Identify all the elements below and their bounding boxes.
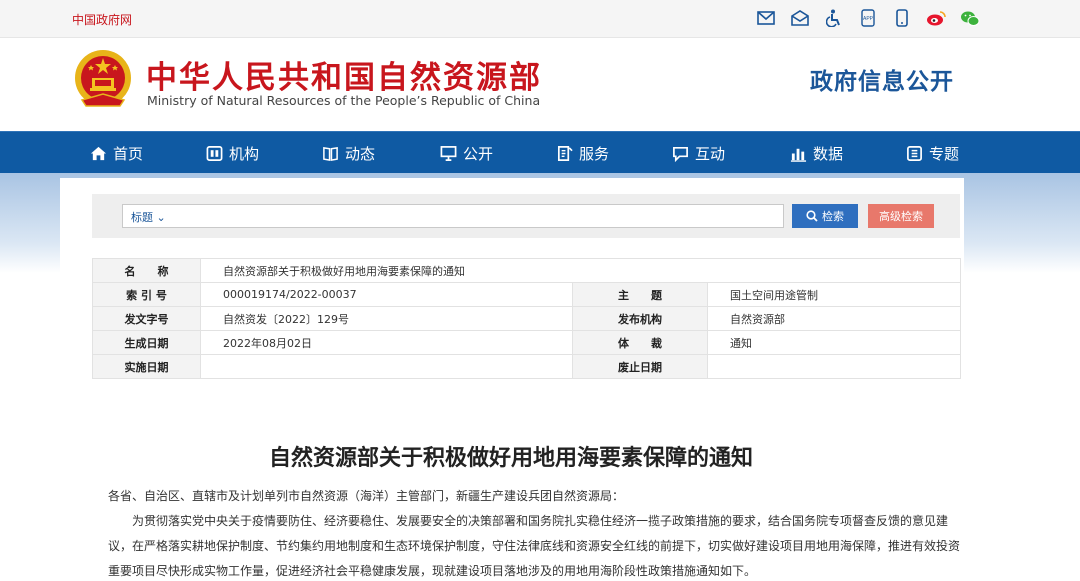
table-row: 实施日期 废止日期 [92,354,961,379]
top-utility-bar: 中国政府网 APP [0,0,1080,38]
meta-label: 发布机构 [572,306,708,331]
nav-item-label: 专题 [929,144,960,163]
meta-value: 国土空间用途管制 [707,282,961,307]
meta-value: 000019174/2022-00037 [200,282,573,307]
table-row: 生成日期 2022年08月02日 体 裁 通知 [92,330,961,355]
document-metadata-table: 名 称 自然资源部关于积极做好用地用海要素保障的通知 索 引 号 0000191… [92,258,961,379]
svg-text:APP: APP [863,16,874,22]
nav-item-label: 服务 [579,144,610,163]
meta-value: 自然资发〔2022〕129号 [200,306,573,331]
nav-item-service[interactable]: 服务 [556,132,609,174]
org-icon [206,145,223,161]
site-header: 中华人民共和国自然资源部 Ministry of Natural Resourc… [0,38,1080,131]
nav-item-topic[interactable]: 专题 [906,132,959,174]
nav-item-home[interactable]: 首页 [90,132,143,174]
search-input[interactable]: 标题 ⌄ [122,204,784,228]
site-title-en: Ministry of Natural Resources of the Peo… [147,93,541,108]
mail-open-icon[interactable] [790,8,810,28]
weibo-icon[interactable] [926,8,946,28]
table-row: 索 引 号 000019174/2022-00037 主 题 国土空间用途管制 [92,282,961,307]
service-icon [557,145,573,161]
meta-label: 实施日期 [92,354,201,379]
home-icon [90,146,107,160]
gov-info-disclosure-link[interactable]: 政府信息公开 [810,62,954,96]
nav-item-label: 数据 [813,144,844,163]
meta-value: 自然资源部 [707,306,961,331]
national-emblem-logo[interactable] [72,48,134,112]
meta-value: 自然资源部关于积极做好用地用海要素保障的通知 [200,258,961,283]
nav-item-label: 动态 [345,144,376,163]
meta-label: 生成日期 [92,330,201,355]
site-title-cn: 中华人民共和国自然资源部 [146,60,542,96]
topic-icon [907,145,922,161]
meta-label: 名 称 [92,258,201,283]
nav-item-label: 机构 [229,144,260,163]
nav-item-label: 互动 [695,144,726,163]
nav-item-interact[interactable]: 互动 [672,132,725,174]
chat-icon [673,146,688,162]
search-type-dropdown[interactable]: 标题 ⌄ [131,209,166,225]
accessibility-icon[interactable] [824,8,844,28]
nav-item-label: 首页 [113,144,144,163]
article-salutation: 各省、自治区、直辖市及计划单列市自然资源（海洋）主管部门，新疆生产建设兵团自然资… [108,489,625,503]
utility-icons: APP [756,8,980,28]
wechat-icon[interactable] [960,8,980,28]
meta-label: 废止日期 [572,354,708,379]
meta-label: 主 题 [572,282,708,307]
article-body: 为贯彻落实党中央关于疫情要防住、经济要稳住、发展要安全的决策部署和国务院扎实稳住… [108,514,961,578]
monitor-icon [440,145,457,161]
meta-value [707,354,961,379]
news-icon [323,146,338,161]
meta-value [200,354,573,379]
search-button-label: 检索 [822,210,844,223]
gov-portal-link[interactable]: 中国政府网 [72,11,132,28]
nav-item-label: 公开 [463,144,494,163]
nav-item-data[interactable]: 数据 [790,132,843,174]
mobile-icon[interactable] [892,8,912,28]
advanced-search-button[interactable]: 高级检索 [868,204,934,228]
article-title: 自然资源部关于积极做好用地用海要素保障的通知 [268,445,753,471]
table-row: 发文字号 自然资发〔2022〕129号 发布机构 自然资源部 [92,306,961,331]
nav-item-news[interactable]: 动态 [322,132,375,174]
meta-label: 索 引 号 [92,282,201,307]
search-bar: 标题 ⌄ 检索 高级检索 [92,194,960,238]
app-icon[interactable]: APP [858,8,878,28]
nav-item-org[interactable]: 机构 [206,132,259,174]
meta-value: 2022年08月02日 [200,330,573,355]
search-icon [806,210,818,222]
chart-icon [790,148,807,162]
nav-item-public[interactable]: 公开 [440,132,493,174]
table-row: 名 称 自然资源部关于积极做好用地用海要素保障的通知 [92,258,961,283]
meta-value: 通知 [707,330,961,355]
main-nav: 首页 机构 动态 公开 服务 互动 数据 专题 [0,131,1080,173]
mail-icon[interactable] [756,8,776,28]
meta-label: 体 裁 [572,330,708,355]
search-button[interactable]: 检索 [792,204,858,228]
meta-label: 发文字号 [92,306,201,331]
